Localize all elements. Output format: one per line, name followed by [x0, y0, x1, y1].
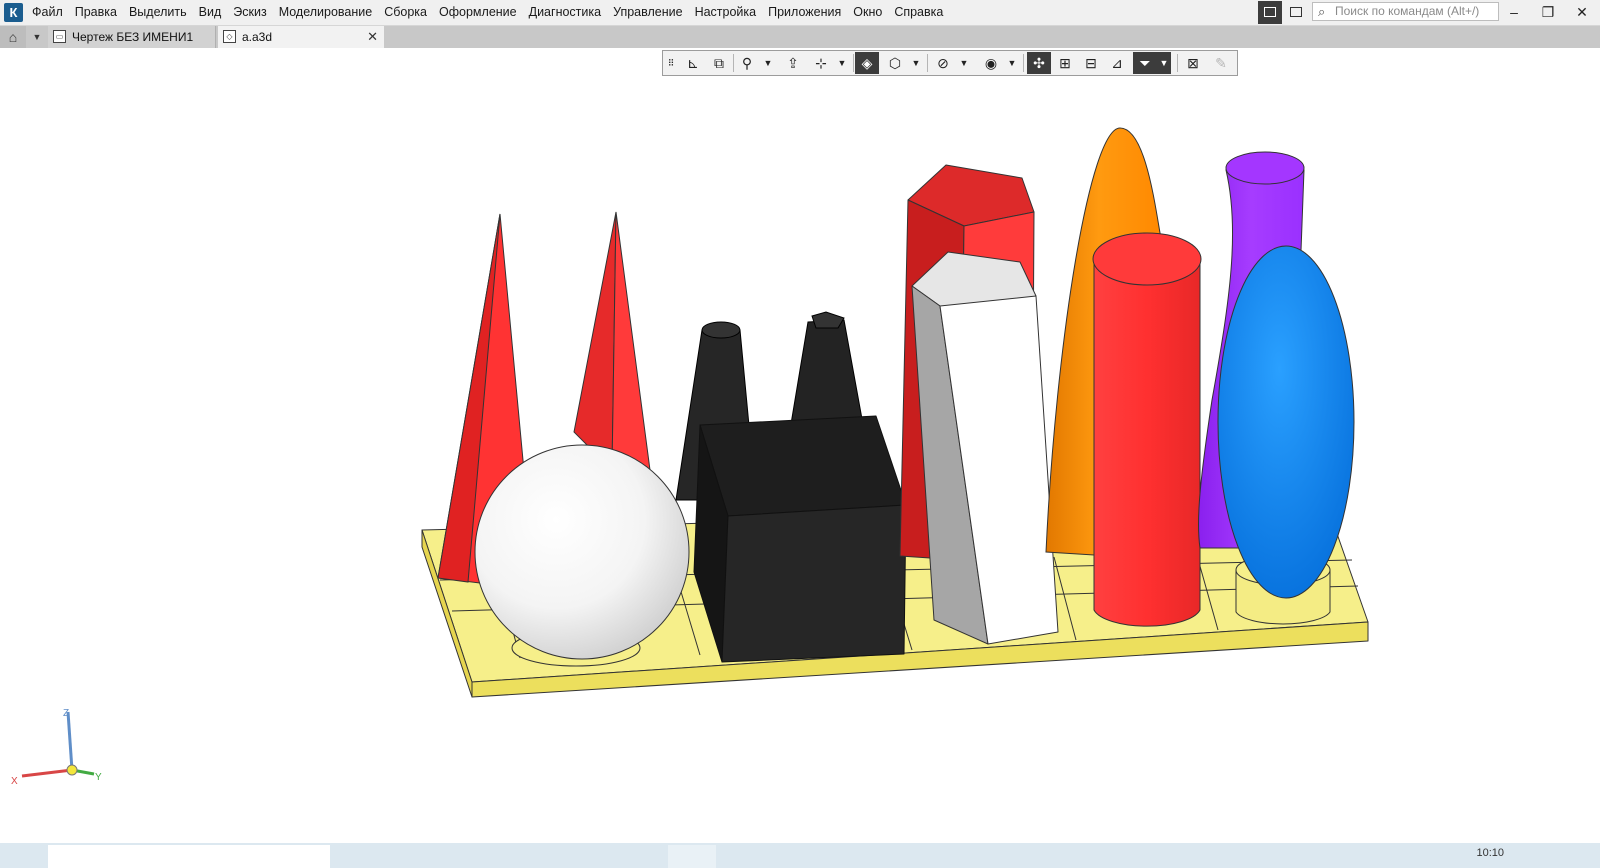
status-bar: 10:10: [0, 843, 1600, 868]
panel-toggle-button[interactable]: [1284, 1, 1308, 24]
menu-select[interactable]: Выделить: [123, 0, 193, 25]
menu-bar: К Файл Правка Выделить Вид Эскиз Моделир…: [0, 0, 1600, 26]
black-cube: [693, 415, 907, 663]
menu-view[interactable]: Вид: [193, 0, 228, 25]
menu-sketch[interactable]: Эскиз: [227, 0, 272, 25]
search-icon: ⌕: [1318, 4, 1326, 19]
black-pyramid-frustum: [789, 311, 865, 431]
tab-model[interactable]: ◇ a.a3d ✕: [218, 26, 384, 48]
axis-triad: Z X Y: [11, 708, 102, 787]
close-tab-icon[interactable]: ✕: [367, 26, 378, 48]
menu-assembly[interactable]: Сборка: [378, 0, 433, 25]
model-scene: Z X Y: [11, 127, 1369, 787]
red-cylinder: [1092, 232, 1202, 627]
tab-drawing-label: Чертеж БЕЗ ИМЕНИ1: [72, 30, 194, 44]
axis-y-label: Y: [95, 772, 102, 783]
menu-modeling[interactable]: Моделирование: [273, 0, 379, 25]
status-clock: 10:10: [1476, 847, 1504, 859]
document-tab-bar: ⌂ ▼ ▭ Чертеж БЕЗ ИМЕНИ1 ◇ a.a3d ✕: [0, 26, 1600, 48]
menu-applications[interactable]: Приложения: [762, 0, 847, 25]
axis-x-label: X: [11, 776, 18, 787]
layout-toggle-button[interactable]: [1258, 1, 1282, 24]
menu-help[interactable]: Справка: [888, 0, 949, 25]
menu-items: Файл Правка Выделить Вид Эскиз Моделиров…: [26, 0, 949, 25]
menu-control[interactable]: Управление: [607, 0, 689, 25]
axis-z-label: Z: [63, 708, 69, 719]
app-logo-icon[interactable]: К: [4, 3, 23, 22]
menu-edit[interactable]: Правка: [69, 0, 123, 25]
menu-design[interactable]: Оформление: [433, 0, 523, 25]
red-pyramid: [573, 211, 651, 472]
tab-drawing[interactable]: ▭ Чертеж БЕЗ ИМЕНИ1: [48, 26, 216, 48]
menu-diagnostics[interactable]: Диагностика: [523, 0, 607, 25]
tab-model-label: a.a3d: [242, 30, 273, 44]
search-placeholder: Поиск по командам (Alt+/): [1335, 4, 1480, 18]
home-icon[interactable]: ⌂: [0, 26, 26, 48]
restore-button[interactable]: ❐: [1531, 0, 1565, 25]
status-field-2: [668, 845, 716, 868]
tab-list-dropdown[interactable]: ▼: [28, 26, 46, 48]
white-hex-prism: [911, 251, 1059, 645]
menu-window[interactable]: Окно: [847, 0, 888, 25]
status-field: [48, 845, 330, 868]
menu-settings[interactable]: Настройка: [689, 0, 763, 25]
command-search-input[interactable]: ⌕ Поиск по командам (Alt+/): [1312, 2, 1499, 21]
part-doc-icon: ◇: [223, 30, 236, 43]
close-window-button[interactable]: ✕: [1565, 0, 1599, 25]
minimize-button[interactable]: –: [1497, 0, 1531, 25]
menu-file[interactable]: Файл: [26, 0, 69, 25]
drawing-doc-icon: ▭: [53, 30, 66, 43]
model-viewport[interactable]: Z X Y: [0, 48, 1600, 843]
